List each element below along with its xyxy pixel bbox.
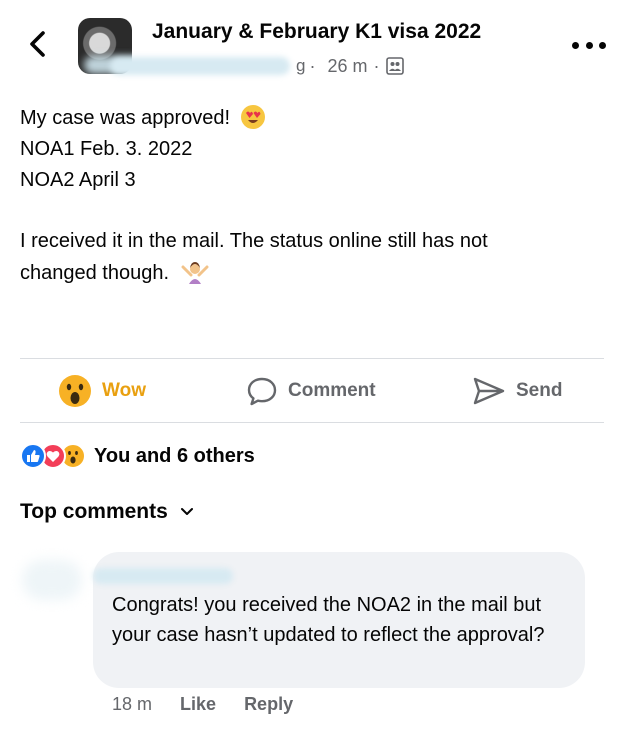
comment-label: Comment: [288, 380, 376, 401]
send-label: Send: [516, 380, 563, 401]
dot-icon: [585, 41, 593, 49]
group-audience-icon: [385, 57, 404, 75]
group-name[interactable]: January & February K1 visa 2022: [152, 20, 481, 44]
dot-icon: [599, 41, 606, 49]
reaction-summary[interactable]: You and 6 others: [20, 442, 255, 470]
more-options-button[interactable]: [572, 38, 606, 52]
comment-text: Congrats! you received the NOA2 in the m…: [112, 594, 545, 646]
post-header: January & February K1 visa 2022 g · 26 m…: [0, 0, 624, 92]
comment-like-button[interactable]: Like: [180, 694, 216, 715]
wow-label: Wow: [102, 380, 146, 401]
commenter-avatar[interactable]: [22, 560, 82, 600]
shrug-emoji-icon: [181, 262, 209, 284]
comment-reply-button[interactable]: Reply: [244, 694, 293, 715]
divider-bottom: [20, 422, 604, 423]
wow-reaction-button[interactable]: Wow: [58, 365, 146, 417]
post-meta: g · 26 m ·: [110, 54, 404, 78]
meta-separator-2: ·: [373, 55, 380, 76]
author-fragment: g: [296, 56, 306, 75]
heart-eyes-emoji-icon: [240, 105, 265, 129]
comment-icon: [247, 377, 277, 406]
redacted-commenter-name[interactable]: [93, 568, 233, 584]
wow-emoji-icon: [59, 375, 91, 407]
redacted-author-name: [110, 57, 290, 75]
send-icon: [473, 377, 505, 405]
post-line: changed though.: [20, 257, 605, 289]
chevron-left-icon: [30, 31, 45, 57]
top-comments-filter[interactable]: Top comments: [20, 500, 194, 524]
top-comments-label: Top comments: [20, 500, 168, 523]
back-button[interactable]: [22, 28, 52, 60]
comment-button[interactable]: Comment: [246, 365, 376, 417]
post-body: My case was approved! NOA1 Feb. 3. 2022 …: [20, 103, 605, 196]
comment-time[interactable]: 18 m: [112, 694, 152, 715]
chevron-down-icon: [180, 508, 193, 515]
post-paragraph: I received it in the mail. The status on…: [20, 226, 605, 289]
send-button[interactable]: Send: [472, 365, 562, 417]
like-reaction-icon: [20, 443, 46, 469]
divider-top: [20, 358, 604, 359]
meta-separator: ·: [309, 55, 316, 76]
post-line: My case was approved!: [20, 103, 605, 134]
reaction-count-text: You and 6 others: [94, 444, 255, 467]
post-line: NOA2 April 3: [20, 169, 136, 191]
post-line: I received it in the mail. The status on…: [20, 230, 488, 252]
comment-actions: 18 m Like Reply: [112, 694, 321, 715]
post-line: NOA1 Feb. 3. 2022: [20, 138, 193, 160]
comment-bubble: Congrats! you received the NOA2 in the m…: [93, 552, 585, 688]
post-action-bar: Wow Comment Send: [0, 365, 624, 417]
dot-icon: [572, 41, 579, 49]
post-time[interactable]: 26 m: [327, 56, 367, 77]
